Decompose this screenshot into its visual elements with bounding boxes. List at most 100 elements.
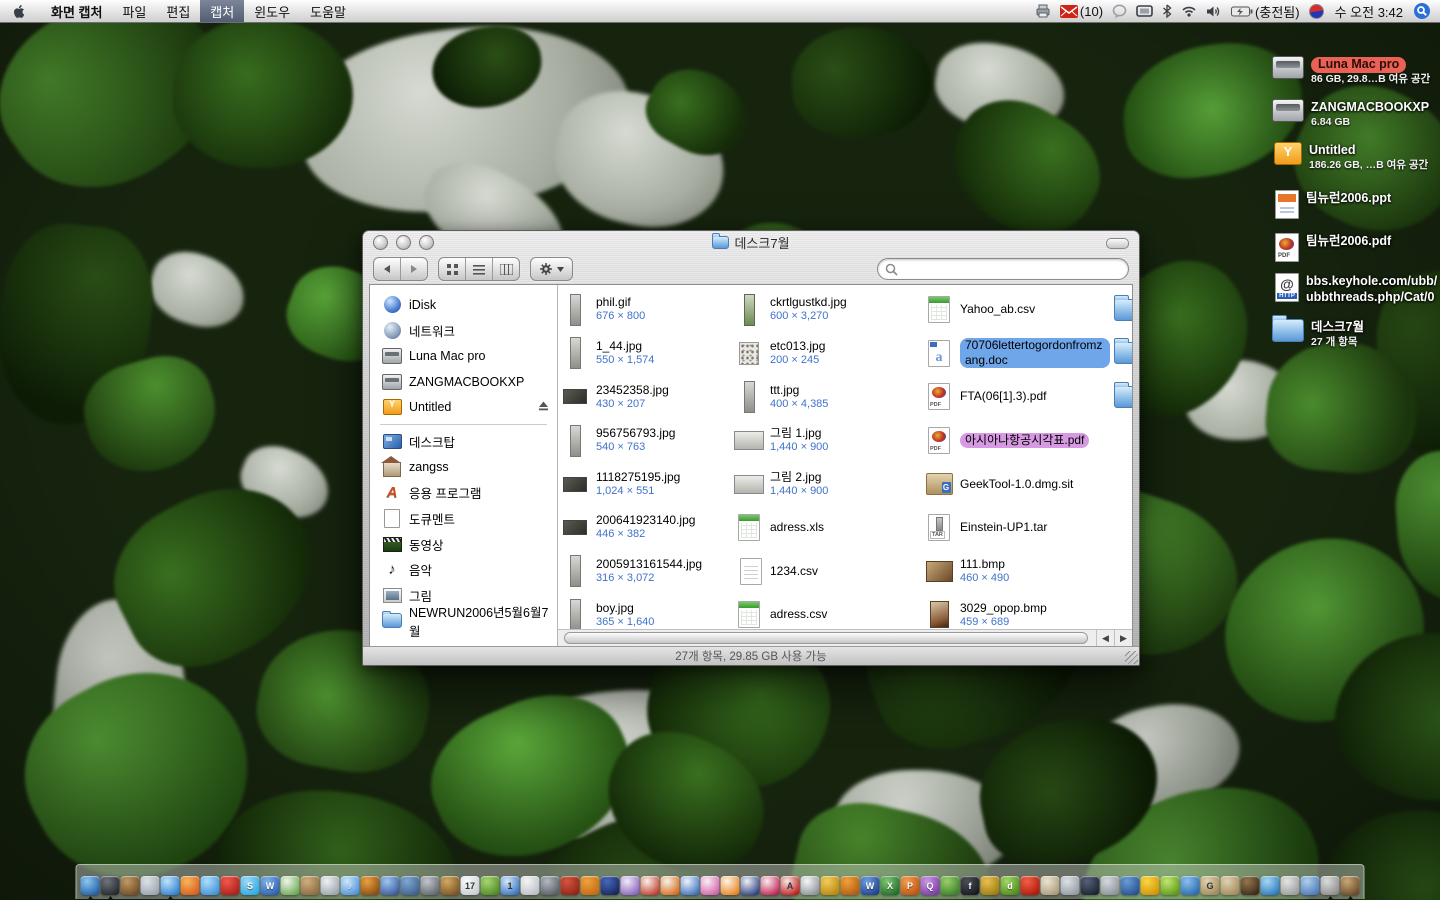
clipped-folder-item[interactable]: [1114, 375, 1132, 419]
menu-캡처[interactable]: 캡처: [200, 0, 244, 22]
dock-icon-capture-one[interactable]: 1: [501, 876, 520, 895]
mail-icon[interactable]: (10): [1060, 4, 1103, 19]
dock-icon-butterfly-doc[interactable]: [701, 876, 720, 895]
window-titlebar[interactable]: 데스크7월: [363, 231, 1139, 254]
dock-icon-director[interactable]: d: [1001, 876, 1020, 895]
dock-icon-preview[interactable]: [141, 876, 160, 895]
dock-icon-box-mail[interactable]: [1221, 876, 1240, 895]
dock-icon-mail-eagle[interactable]: [121, 876, 140, 895]
dock-icon-address-book[interactable]: [301, 876, 320, 895]
dock-icon-google-earth[interactable]: [1261, 876, 1280, 895]
airport-wifi-icon[interactable]: [1181, 5, 1197, 17]
file-item-1118275195.jpg[interactable]: 1118275195.jpg1,024 × 551: [560, 462, 748, 506]
dock-icon-dashboard[interactable]: [101, 876, 120, 895]
ichat-status-icon[interactable]: [1112, 4, 1127, 19]
dock-icon-machard[interactable]: [281, 876, 300, 895]
menu-파일[interactable]: 파일: [112, 0, 156, 22]
dock-icon-wmv[interactable]: [481, 876, 500, 895]
file-item-그림 1.jpg[interactable]: 그림 1.jpg1,440 × 900: [734, 419, 922, 463]
spotlight-icon[interactable]: [1414, 3, 1430, 19]
file-item-2005913161544.jpg[interactable]: 2005913161544.jpg316 × 3,072: [560, 550, 748, 594]
dock-icon-flower-doc[interactable]: [721, 876, 740, 895]
scrollbar-thumb[interactable]: [564, 632, 1088, 644]
desktop-icon-Luna Mac pro[interactable]: Luna Mac pro86 GB, 29.8…B 여유 공간: [1272, 56, 1430, 86]
resize-grip[interactable]: [1125, 651, 1138, 664]
file-item-956756793.jpg[interactable]: 956756793.jpg540 × 763: [560, 419, 748, 463]
dock-icon-box-g[interactable]: G: [1201, 876, 1220, 895]
file-item-adress.xls[interactable]: adress.xls: [734, 506, 922, 550]
dock-icon-ms-excel[interactable]: X: [881, 876, 900, 895]
forward-button[interactable]: [400, 258, 427, 280]
dock-icon-itunes[interactable]: ♪: [341, 876, 360, 895]
dock-icon-orange-gem[interactable]: [841, 876, 860, 895]
dock-icon-card[interactable]: [521, 876, 540, 895]
dock-icon-blue-stripes[interactable]: [601, 876, 620, 895]
dock-icon-flash-player[interactable]: [1021, 876, 1040, 895]
search-field[interactable]: [877, 258, 1129, 280]
file-item-3029_opop.bmp[interactable]: 3029_opop.bmp459 × 689: [924, 593, 1112, 630]
dock-icon-camera[interactable]: [401, 876, 420, 895]
sidebar-item-데스크탑[interactable]: 데스크탑: [370, 429, 557, 455]
dock-icon-flash[interactable]: f: [961, 876, 980, 895]
dock-icon-pencil-doc[interactable]: [801, 876, 820, 895]
desktop-icon-팀뉴런2006.ppt[interactable]: 팀뉴런2006.ppt: [1272, 190, 1391, 219]
sidebar-item-zangss[interactable]: zangss: [370, 455, 557, 481]
file-item-23452358.jpg[interactable]: 23452358.jpg430 × 207: [560, 375, 748, 419]
dock-icon-projector[interactable]: [541, 876, 560, 895]
sidebar-item-응용 프로그램[interactable]: A응용 프로그램: [370, 480, 557, 506]
dock-icon-garageband[interactable]: [441, 876, 460, 895]
dock-icon-dark-globe[interactable]: [1241, 876, 1260, 895]
sidebar-item-Untitled[interactable]: Untitled: [370, 394, 557, 420]
dock-icon-creatures-globe[interactable]: [1181, 876, 1200, 895]
printer-icon[interactable]: [1035, 4, 1051, 18]
dock-icon-film[interactable]: [421, 876, 440, 895]
dock-icon-safari[interactable]: [161, 876, 180, 895]
file-item-etc013.jpg[interactable]: etc013.jpg200 × 245: [734, 332, 922, 376]
dock-icon-crystal-doc[interactable]: [761, 876, 780, 895]
list-view-button[interactable]: [465, 258, 492, 280]
menu-편집[interactable]: 편집: [156, 0, 200, 22]
file-item-아시아나항공시각표.pdf[interactable]: 아시아나항공시각표.pdf: [924, 419, 1112, 463]
dock-icon-ichat[interactable]: [201, 876, 220, 895]
file-item-ttt.jpg[interactable]: ttt.jpg400 × 4,385: [734, 375, 922, 419]
dock-icon-do-app[interactable]: [581, 876, 600, 895]
desktop-icon-데스크7월[interactable]: 데스크7월27 개 항목: [1272, 319, 1364, 349]
icon-view-button[interactable]: [439, 258, 465, 280]
dock-icon-toaster[interactable]: [1101, 876, 1120, 895]
dock-icon-ms-entourage[interactable]: Q: [921, 876, 940, 895]
bluetooth-icon[interactable]: [1162, 4, 1172, 18]
eject-icon[interactable]: [538, 400, 549, 414]
file-item-ckrtlgustkd.jpg[interactable]: ckrtlgustkd.jpg600 × 3,270: [734, 288, 922, 332]
file-item-FTA(06[1].3).pdf[interactable]: FTA(06[1].3).pdf: [924, 375, 1112, 419]
desktop-icon-Untitled[interactable]: Untitled186.26 GB, …B 여유 공간: [1272, 142, 1428, 172]
action-menu-button[interactable]: [530, 257, 573, 281]
volume-icon[interactable]: [1206, 5, 1222, 18]
sidebar-item-네트워크[interactable]: 네트워크: [370, 318, 557, 344]
file-item-Yahoo_ab.csv[interactable]: Yahoo_ab.csv: [924, 288, 1112, 332]
dock-icon-red-book[interactable]: [561, 876, 580, 895]
dock-icon-blue-bag[interactable]: [1301, 876, 1320, 895]
back-button[interactable]: [374, 258, 400, 280]
file-item-Einstein-UP1.tar[interactable]: Einstein-UP1.tar: [924, 506, 1112, 550]
dock-icon-ink-pen[interactable]: [1081, 876, 1100, 895]
scroll-left-arrow[interactable]: ◀: [1096, 630, 1114, 646]
file-item-그림 2.jpg[interactable]: 그림 2.jpg1,440 × 900: [734, 462, 922, 506]
dock-icon-fireworks[interactable]: [361, 876, 380, 895]
file-item-adress.csv[interactable]: adress.csv: [734, 593, 922, 630]
dock-icon-photo-app[interactable]: [1341, 876, 1360, 895]
dock-icon-gray-bag[interactable]: [1281, 876, 1300, 895]
dock-icon-gold-coin[interactable]: [821, 876, 840, 895]
dock-icon-purple-doc[interactable]: [621, 876, 640, 895]
horizontal-scrollbar[interactable]: ◀ ▶: [558, 629, 1132, 646]
scroll-right-arrow[interactable]: ▶: [1114, 630, 1132, 646]
file-item-1_44.jpg[interactable]: 1_44.jpg550 × 1,574: [560, 332, 748, 376]
menu-화면 캡처[interactable]: 화면 캡처: [41, 0, 112, 22]
display-icon[interactable]: [1136, 5, 1153, 18]
dock-icon-freehand[interactable]: [981, 876, 1000, 895]
file-item-70706lettertogordonfromzang.doc[interactable]: 70706lettertogordonfromzang.doc: [924, 332, 1112, 376]
minimize-button[interactable]: [396, 235, 411, 250]
menu-도움말[interactable]: 도움말: [300, 0, 356, 22]
toolbar-toggle-button[interactable]: [1106, 238, 1129, 249]
dock-icon-imovie[interactable]: [381, 876, 400, 895]
apple-menu-icon[interactable]: [12, 4, 27, 19]
